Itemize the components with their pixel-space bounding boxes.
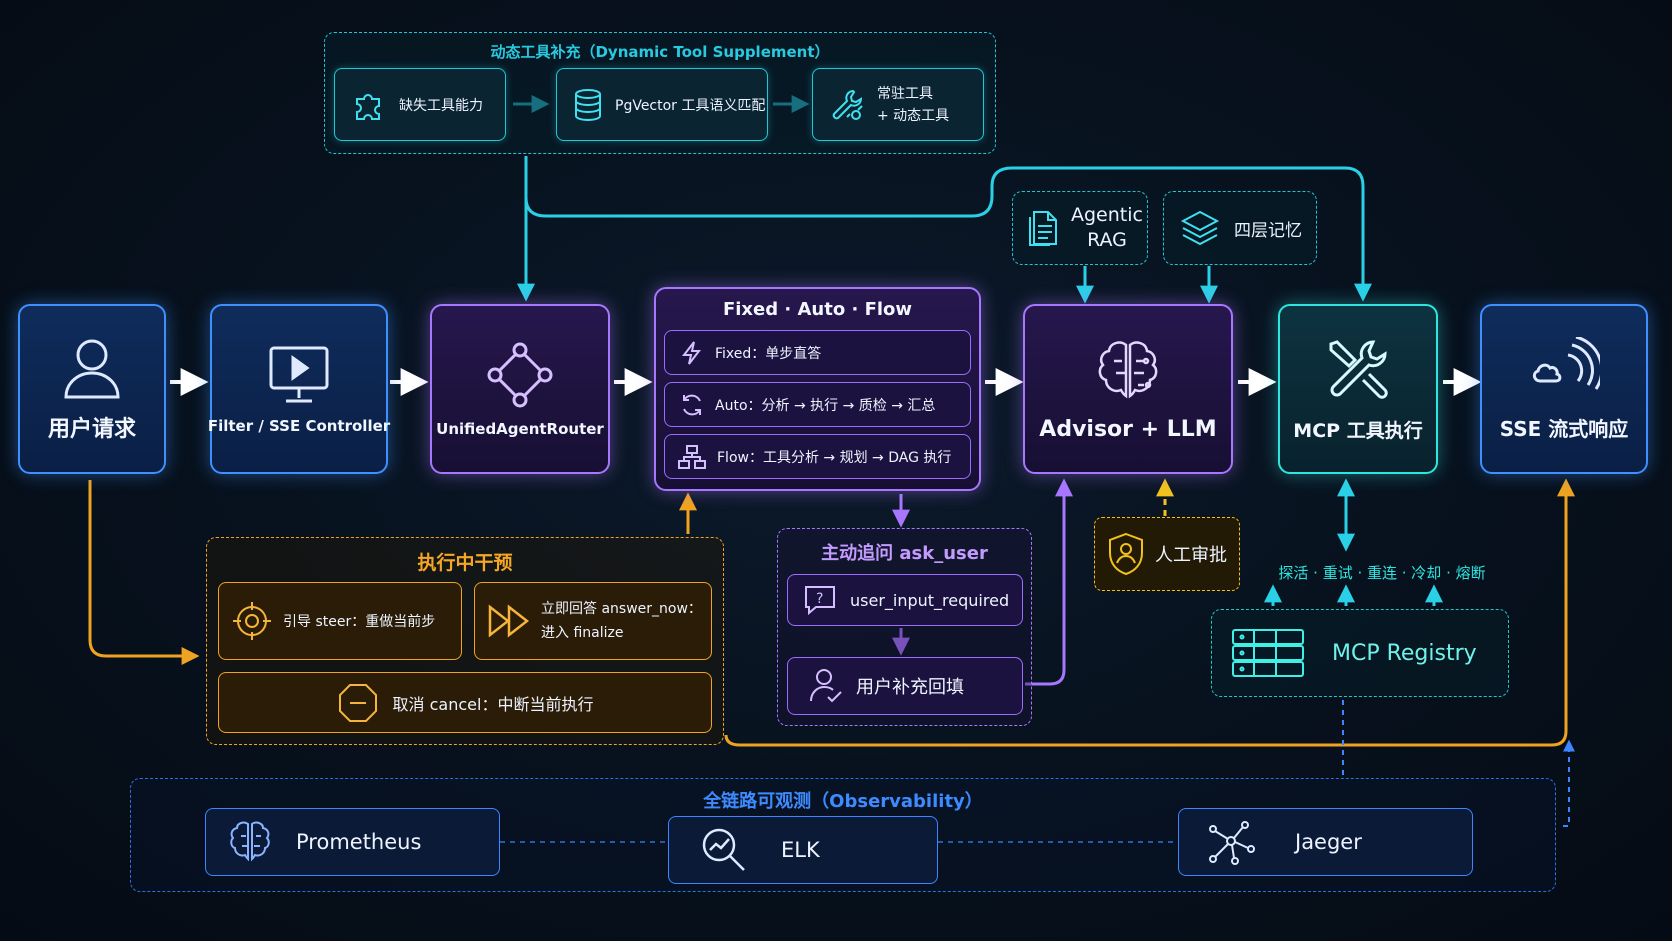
tools-icon: [827, 85, 867, 125]
magnifier-chart-icon: [699, 825, 749, 875]
agentic-rag-line2: RAG: [1087, 229, 1127, 251]
prometheus-label: Prometheus: [296, 830, 422, 854]
router-graph-icon: [485, 340, 555, 410]
user-icon: [60, 335, 124, 401]
sse-label: SSE 流式响应: [1499, 416, 1629, 441]
network-nodes-icon: [1205, 819, 1259, 865]
modes-title: Fixed · Auto · Flow: [722, 299, 913, 320]
mcp-tool-exec-node[interactable]: MCP 工具执行: [1278, 304, 1438, 474]
filter-sse-controller-node[interactable]: Filter / SSE Controller: [207, 304, 391, 474]
puzzle-icon: [349, 85, 389, 125]
elk-label: ELK: [781, 838, 820, 862]
user-request-node[interactable]: 用户请求: [18, 304, 166, 474]
prometheus-item[interactable]: Prometheus: [205, 808, 500, 876]
human-approval-box[interactable]: 人工审批: [1094, 517, 1240, 591]
mcp-registry-label: MCP Registry: [1332, 640, 1477, 666]
user-input-required-step[interactable]: ? user_input_required: [787, 574, 1023, 626]
four-layer-memory-box: 四层记忆: [1163, 191, 1317, 265]
question-chat-icon: ?: [802, 584, 838, 616]
pgvector-step: PgVector 工具语义匹配: [556, 68, 768, 141]
layers-icon: [1178, 206, 1222, 250]
four-layer-memory-label: 四层记忆: [1234, 220, 1302, 241]
user-input-required-label: user_input_required: [850, 590, 1010, 610]
agentic-rag-box: Agentic RAG: [1012, 191, 1148, 265]
mcp-registry-features: 探活 · 重试 · 重连 · 冷却 · 熔断: [1278, 564, 1486, 582]
agentic-rag-label: Agentic RAG: [1071, 203, 1143, 253]
user-fill-back-label: 用户补充回填: [856, 677, 964, 698]
brain-icon: [1092, 337, 1164, 407]
server-rack-icon: [1230, 626, 1306, 680]
mode-flow-label: Flow：工具分析 → 规划 → DAG 执行: [717, 449, 952, 466]
shield-user-icon: [1105, 531, 1147, 577]
document-icon: [1023, 206, 1063, 250]
answer-now-line1: 立即回答 answer_now：: [541, 601, 702, 617]
sse-stream-response-node[interactable]: SSE 流式响应: [1480, 304, 1648, 474]
mode-auto[interactable]: Auto：分析 → 执行 → 质检 → 汇总: [664, 382, 971, 427]
missing-tool-label: 缺失工具能力: [399, 97, 483, 114]
steer-label: 引导 steer：重做当前步: [283, 614, 436, 630]
mode-auto-label: Auto：分析 → 执行 → 质检 → 汇总: [715, 397, 936, 414]
answer-now-option[interactable]: 立即回答 answer_now： 进入 finalize: [474, 582, 712, 660]
resident-dynamic-tools-step: 常驻工具 + 动态工具: [812, 68, 984, 141]
intervention-title: 执行中干预: [417, 552, 513, 574]
resident-tools-label: 常驻工具 + 动态工具: [877, 83, 949, 127]
agentic-rag-line1: Agentic: [1071, 204, 1143, 226]
database-icon: [569, 85, 607, 125]
mcp-exec-label: MCP 工具执行: [1293, 419, 1423, 442]
user-fill-back-step[interactable]: 用户补充回填: [787, 657, 1023, 715]
cycle-icon: [679, 392, 705, 418]
stop-octagon-icon: [337, 682, 379, 724]
brain-circuit-icon: [226, 819, 272, 865]
ask-user-title: 主动追问 ask_user: [821, 543, 988, 564]
lightning-icon: [681, 340, 703, 366]
filter-label: Filter / SSE Controller: [207, 417, 391, 435]
svg-text:?: ?: [816, 591, 823, 607]
answer-now-label: 立即回答 answer_now： 进入 finalize: [541, 597, 702, 645]
elk-item[interactable]: ELK: [668, 816, 938, 884]
human-approval-label: 人工审批: [1155, 545, 1227, 566]
mode-fixed-label: Fixed：单步直答: [715, 345, 822, 362]
answer-now-line2: 进入 finalize: [541, 625, 624, 641]
target-icon: [231, 600, 273, 642]
user-request-label: 用户请求: [47, 417, 136, 442]
jaeger-label: Jaeger: [1295, 830, 1362, 854]
cancel-option[interactable]: 取消 cancel：中断当前执行: [218, 672, 712, 733]
resident-tools-line1: 常驻工具: [877, 85, 933, 102]
missing-tool-step: 缺失工具能力: [334, 68, 506, 141]
pgvector-label: PgVector 工具语义匹配: [615, 97, 766, 114]
hierarchy-icon: [677, 444, 707, 470]
wrench-screwdriver-icon: [1323, 336, 1393, 406]
jaeger-item[interactable]: Jaeger: [1178, 808, 1473, 876]
router-label: UnifiedAgentRouter: [436, 420, 604, 438]
mode-fixed[interactable]: Fixed：单步直答: [664, 330, 971, 375]
monitor-play-icon: [266, 343, 332, 407]
stream-signal-icon: [1528, 336, 1600, 403]
mode-flow[interactable]: Flow：工具分析 → 规划 → DAG 执行: [664, 434, 971, 479]
resident-tools-line2: + 动态工具: [877, 107, 950, 124]
advisor-label: Advisor + LLM: [1039, 416, 1217, 442]
user-check-icon: [808, 667, 844, 705]
advisor-llm-node[interactable]: Advisor + LLM: [1023, 304, 1233, 474]
unified-agent-router-node[interactable]: UnifiedAgentRouter: [430, 304, 610, 474]
mcp-registry-box[interactable]: MCP Registry: [1211, 609, 1509, 697]
dynamic-tool-title: 动态工具补充（Dynamic Tool Supplement）: [490, 43, 830, 61]
cancel-label: 取消 cancel：中断当前执行: [392, 694, 594, 714]
architecture-diagram: 动态工具补充（Dynamic Tool Supplement） 缺失工具能力 P…: [0, 0, 1672, 941]
steer-option[interactable]: 引导 steer：重做当前步: [218, 582, 462, 660]
fast-forward-icon: [487, 604, 531, 638]
